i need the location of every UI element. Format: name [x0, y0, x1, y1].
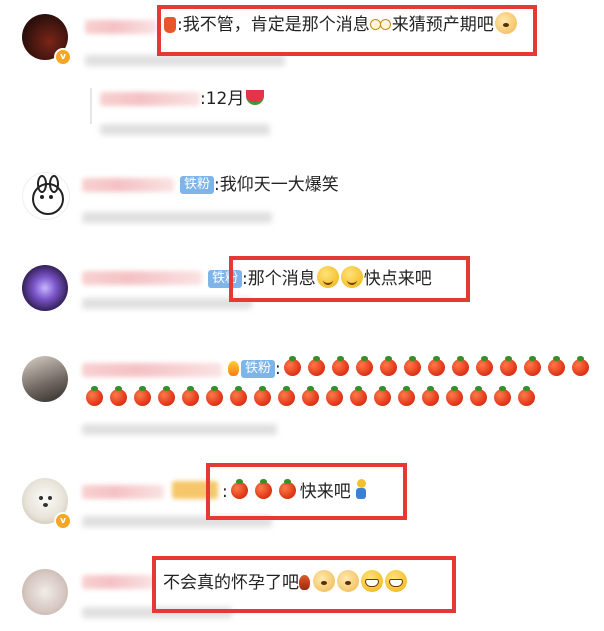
highlight-box — [157, 5, 537, 56]
highlight-box — [152, 556, 456, 613]
verified-badge-icon: v — [54, 48, 72, 66]
tomato-emoji — [356, 356, 374, 376]
username[interactable] — [82, 271, 202, 285]
highlight-box — [206, 463, 407, 520]
username[interactable] — [82, 363, 222, 377]
comment-text: 铁粉:我仰天一大爆笑 — [180, 174, 339, 196]
tomato-emoji — [524, 356, 542, 376]
tomato-emoji — [308, 356, 326, 376]
comment-meta — [82, 212, 272, 223]
tomato-emoji-row — [82, 386, 538, 409]
tomato-emoji — [325, 386, 343, 406]
tomato-emoji — [301, 386, 319, 406]
tomato-emoji — [181, 386, 199, 406]
tomato-emoji — [284, 356, 302, 376]
tomato-emoji — [548, 356, 566, 376]
username[interactable] — [82, 575, 154, 589]
tomato-emoji — [205, 386, 223, 406]
watermelon-emoji — [246, 90, 265, 105]
tomato-emoji — [277, 386, 295, 406]
avatar[interactable] — [22, 172, 70, 220]
tomato-emoji — [157, 386, 175, 406]
tomato-emoji — [332, 356, 350, 376]
username[interactable] — [82, 485, 164, 499]
comment-meta — [82, 424, 277, 435]
tomato-emoji — [469, 386, 487, 406]
tomato-emoji — [109, 386, 127, 406]
tomato-emoji — [476, 356, 494, 376]
verified-badge-icon: v — [54, 512, 72, 530]
tomato-emoji — [349, 386, 367, 406]
tomato-emoji — [428, 356, 446, 376]
tomato-emoji — [253, 386, 271, 406]
username[interactable] — [85, 20, 157, 34]
comment-text-continued — [82, 386, 538, 410]
highlight-box — [229, 256, 470, 302]
reply-text: :12月 — [200, 88, 265, 110]
reply-divider — [90, 88, 92, 124]
tomato-emoji-row — [281, 356, 593, 379]
tomato-emoji — [572, 356, 590, 376]
fire-emoji — [228, 361, 239, 376]
avatar[interactable] — [22, 265, 68, 311]
comment-meta — [85, 55, 285, 66]
tomato-emoji — [397, 386, 415, 406]
avatar[interactable] — [22, 569, 68, 615]
username[interactable] — [82, 178, 174, 192]
tomato-emoji — [380, 356, 398, 376]
tomato-emoji — [85, 386, 103, 406]
tomato-emoji — [404, 356, 422, 376]
comment-text: 铁粉: — [228, 356, 593, 380]
tomato-emoji — [452, 356, 470, 376]
tomato-emoji — [493, 386, 511, 406]
tomato-emoji — [421, 386, 439, 406]
tomato-emoji — [445, 386, 463, 406]
tomato-emoji — [500, 356, 518, 376]
fan-badge: 铁粉 — [180, 176, 215, 194]
fan-badge: 铁粉 — [241, 360, 276, 378]
avatar[interactable] — [22, 356, 68, 402]
reply-meta — [100, 124, 270, 135]
comment-meta — [82, 298, 252, 309]
tomato-emoji — [133, 386, 151, 406]
tomato-emoji — [229, 386, 247, 406]
reply-username[interactable] — [100, 92, 200, 106]
tomato-emoji — [373, 386, 391, 406]
tomato-emoji — [517, 386, 535, 406]
